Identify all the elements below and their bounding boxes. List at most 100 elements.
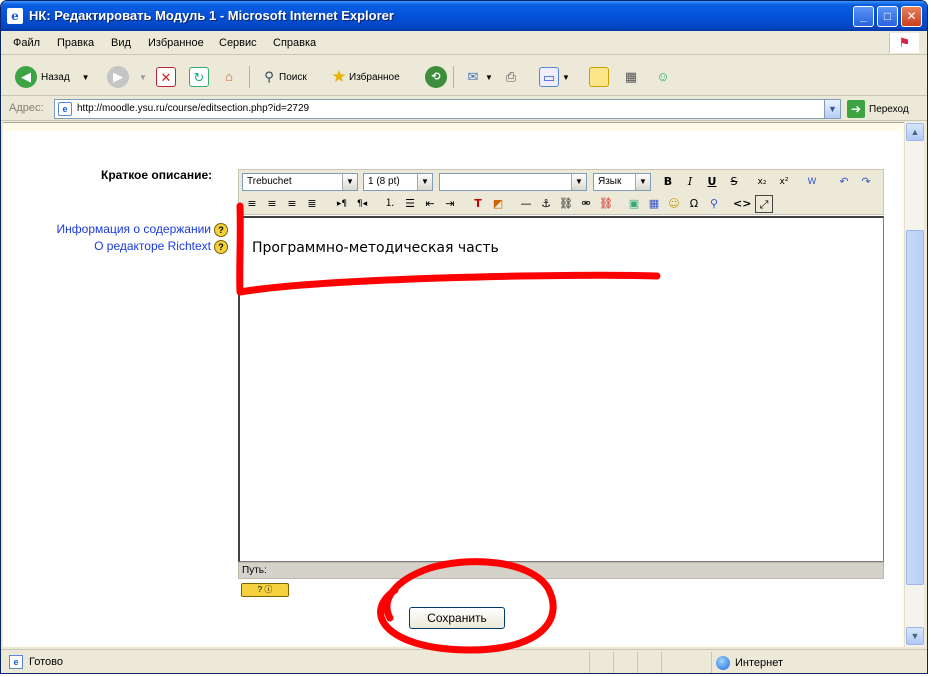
chevron-down-icon: ▼ xyxy=(635,174,650,190)
help-info-link[interactable]: Информация о содержании? xyxy=(43,221,228,238)
menu-favorites[interactable]: Избранное xyxy=(148,37,204,49)
font-select[interactable]: Trebuchet ▼ xyxy=(242,173,358,191)
mail-icon: ✉ xyxy=(467,69,479,84)
help-icon[interactable]: ? xyxy=(214,222,228,237)
help-icon[interactable]: ? ⓘ xyxy=(241,583,289,597)
zone-label: Интернет xyxy=(735,656,783,669)
help-editor-link[interactable]: О редакторе Richtext? xyxy=(43,238,228,255)
edit-button[interactable]: ▭ ▼ xyxy=(539,64,570,90)
rtl-icon[interactable]: ¶◂ xyxy=(353,195,371,213)
messenger-button[interactable]: ☺ xyxy=(653,64,673,90)
menu-edit[interactable]: Правка xyxy=(57,37,94,49)
toolbar-separator xyxy=(453,66,454,88)
scroll-down-icon[interactable]: ▼ xyxy=(906,627,924,645)
url-text[interactable]: http://moodle.ysu.ru/course/editsection.… xyxy=(77,103,309,114)
help-icon[interactable]: ? xyxy=(214,239,228,254)
security-zone: Интернет xyxy=(711,652,925,673)
menu-tools[interactable]: Сервис xyxy=(219,37,257,49)
align-center-icon[interactable]: ≡ xyxy=(263,195,281,213)
go-label: Переход xyxy=(869,103,909,115)
description-label: Краткое описание: xyxy=(101,168,213,182)
fullscreen-icon[interactable]: ⤢ xyxy=(755,195,773,213)
status-separator xyxy=(661,652,662,673)
outdent-icon[interactable]: ⇤ xyxy=(421,195,439,213)
scroll-thumb[interactable] xyxy=(906,230,924,585)
back-button[interactable]: ◀ Назад ▼ xyxy=(15,64,90,90)
size-select[interactable]: 1 (8 pt) ▼ xyxy=(363,173,433,191)
chevron-down-icon[interactable]: ▼ xyxy=(824,100,840,118)
nolink-icon[interactable]: ⛓ xyxy=(597,195,615,213)
print-button[interactable]: ⎙ xyxy=(501,64,521,90)
toolbar-separator xyxy=(249,66,250,88)
status-text: Готово xyxy=(29,656,63,668)
text-color-icon[interactable]: T xyxy=(469,195,487,213)
html-source-icon[interactable]: <> xyxy=(733,195,751,213)
page-icon: e xyxy=(58,102,72,116)
chevron-down-icon: ▼ xyxy=(485,72,493,82)
favorites-button[interactable]: ★ Избранное xyxy=(329,64,399,90)
anchor-icon[interactable]: ⚓ xyxy=(537,195,555,213)
save-button[interactable]: Сохранить xyxy=(409,607,505,629)
ltr-icon[interactable]: ▸¶ xyxy=(333,195,351,213)
superscript-icon[interactable]: x² xyxy=(775,173,793,191)
link-icon[interactable]: ⛓ xyxy=(557,195,575,213)
table-icon[interactable]: ▦ xyxy=(645,195,663,213)
help-links: Информация о содержании? О редакторе Ric… xyxy=(43,221,228,255)
forward-arrow-icon: ▶ xyxy=(107,66,129,88)
horizontal-rule-icon[interactable]: — xyxy=(517,195,535,213)
mail-button[interactable]: ✉ ▼ xyxy=(463,64,493,90)
undo-icon[interactable]: ↶ xyxy=(835,173,853,191)
chevron-down-icon: ▼ xyxy=(417,174,432,190)
align-right-icon[interactable]: ≡ xyxy=(283,195,301,213)
search-icon: ⚲ xyxy=(264,69,274,84)
ordered-list-icon[interactable]: ⒈ xyxy=(381,195,399,213)
minimize-button[interactable]: _ xyxy=(853,6,874,27)
history-icon: ⟲ xyxy=(425,66,447,88)
image-icon[interactable]: ▣ xyxy=(625,195,643,213)
italic-icon[interactable]: I xyxy=(681,173,699,191)
search-replace-icon[interactable]: ⚲ xyxy=(705,195,723,213)
unordered-list-icon[interactable]: ☰ xyxy=(401,195,419,213)
search-button[interactable]: ⚲ Поиск xyxy=(259,64,307,90)
history-button[interactable]: ⟲ xyxy=(425,64,451,90)
smiley-icon[interactable]: ☺ xyxy=(665,195,683,213)
close-button[interactable]: ✕ xyxy=(901,6,922,27)
discuss-button[interactable] xyxy=(589,64,609,90)
align-justify-icon[interactable]: ≣ xyxy=(303,195,321,213)
bold-icon[interactable]: B xyxy=(659,173,677,191)
research-button[interactable]: ▦ xyxy=(621,64,641,90)
forward-button[interactable]: ▶ ▼ xyxy=(107,64,147,90)
scroll-up-icon[interactable]: ▲ xyxy=(906,123,924,141)
maximize-button[interactable]: □ xyxy=(877,6,898,27)
menu-file[interactable]: Файл xyxy=(13,37,40,49)
path-bar: Путь: xyxy=(238,562,884,579)
redo-icon[interactable]: ↷ xyxy=(857,173,875,191)
align-left-icon[interactable]: ≡ xyxy=(243,195,261,213)
vertical-scrollbar[interactable]: ▲ ▼ xyxy=(904,122,924,647)
status-separator xyxy=(589,652,590,673)
unlink-icon[interactable]: ⚮ xyxy=(577,195,595,213)
indent-icon[interactable]: ⇥ xyxy=(441,195,459,213)
search-label: Поиск xyxy=(279,71,307,83)
format-select[interactable]: ▼ xyxy=(439,173,587,191)
underline-icon[interactable]: U xyxy=(703,173,721,191)
editor-content[interactable]: Программно-методическая часть xyxy=(252,240,499,256)
menu-help[interactable]: Справка xyxy=(273,37,316,49)
subscript-icon[interactable]: x₂ xyxy=(753,173,771,191)
standard-toolbar: ◀ Назад ▼ ▶ ▼ ✕ ↻ ⌂ ⚲ Поиск ★ Избранное … xyxy=(1,56,927,96)
strikethrough-icon[interactable]: S xyxy=(725,173,743,191)
address-input[interactable]: e http://moodle.ysu.ru/course/editsectio… xyxy=(54,99,841,119)
language-select[interactable]: Язык ▼ xyxy=(593,173,651,191)
menu-view[interactable]: Вид xyxy=(111,37,131,49)
go-button[interactable]: ➔ Переход xyxy=(847,100,909,118)
printer-icon: ⎙ xyxy=(505,69,517,84)
special-char-icon[interactable]: Ω xyxy=(685,195,703,213)
refresh-button[interactable]: ↻ xyxy=(189,64,209,90)
home-button[interactable]: ⌂ xyxy=(219,64,239,90)
richtext-editor[interactable]: Программно-методическая часть xyxy=(238,216,884,562)
star-icon: ★ xyxy=(331,67,347,86)
background-color-icon[interactable]: ◩ xyxy=(489,195,507,213)
windows-logo-icon: ⚑ xyxy=(889,33,919,53)
clean-word-icon[interactable]: W xyxy=(803,173,821,191)
stop-button[interactable]: ✕ xyxy=(156,64,176,90)
